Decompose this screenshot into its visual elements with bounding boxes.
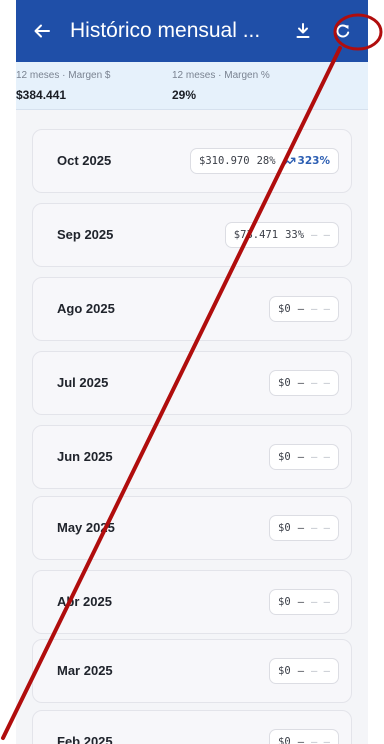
margin-pct: — — [297, 303, 305, 315]
month-row[interactable]: Mar 2025 $0 — — — — [32, 639, 352, 703]
summary-value: 29% — [172, 88, 197, 102]
month-row[interactable]: Abr 2025 $0 — — — — [32, 570, 352, 634]
month-stats-chip[interactable]: $0 — — — — [269, 444, 339, 470]
month-stats-chip[interactable]: $0 — — — — [269, 515, 339, 541]
margin-amount: $310.970 — [199, 155, 250, 167]
refresh-icon — [336, 24, 350, 38]
download-button[interactable] — [286, 14, 320, 48]
month-stats-chip[interactable]: $310.970 28% 323% — [190, 148, 339, 174]
summary-bar: 12 meses · Margen $ $384.441 12 meses · … — [16, 62, 368, 110]
month-label: Jun 2025 — [57, 449, 113, 464]
margin-amount: $0 — [278, 522, 291, 534]
margin-amount: $73.471 — [233, 229, 279, 241]
app-bar: Histórico mensual ... — [16, 0, 368, 62]
margin-pct: — — [297, 596, 305, 608]
download-icon — [296, 23, 310, 38]
trend-value: — — — [311, 665, 330, 677]
month-label: Jul 2025 — [57, 375, 109, 390]
month-row[interactable]: Feb 2025 $0 — — — — [32, 710, 352, 744]
trend-value: — — — [311, 229, 330, 241]
summary-value: $384.441 — [16, 88, 67, 102]
margin-pct: — — [297, 736, 305, 744]
summary-label: 12 meses · Margen $ — [16, 70, 111, 81]
month-row[interactable]: Ago 2025 $0 — — — — [32, 277, 352, 341]
month-label: Feb 2025 — [57, 734, 113, 744]
month-row[interactable]: Oct 2025 $310.970 28% 323% — [32, 129, 352, 193]
trend-value: — — — [311, 736, 330, 744]
margin-pct: 28% — [256, 155, 276, 167]
trend-value: — — — [311, 377, 330, 389]
summary-label: 12 meses · Margen % — [172, 70, 270, 81]
margin-amount: $0 — [278, 377, 291, 389]
summary-margin-pct: 12 meses · Margen % 29% — [172, 70, 270, 102]
margin-amount: $0 — [278, 665, 291, 677]
month-row[interactable]: May 2025 $0 — — — — [32, 496, 352, 560]
month-stats-chip[interactable]: $0 — — — — [269, 658, 339, 684]
month-stats-chip[interactable]: $0 — — — — [269, 729, 339, 744]
month-row[interactable]: Jul 2025 $0 — — — — [32, 351, 352, 415]
trend-value: — — — [311, 522, 330, 534]
app-screen: Histórico mensual ... 12 meses · Margen … — [16, 0, 368, 744]
trend-value: — — — [311, 303, 330, 315]
trend-value: 323% — [297, 155, 330, 167]
month-stats-chip[interactable]: $0 — — — — [269, 589, 339, 615]
month-label: Sep 2025 — [57, 227, 114, 242]
month-label: Abr 2025 — [57, 594, 112, 609]
page-title: Histórico mensual ... — [70, 19, 261, 42]
margin-amount: $0 — [278, 736, 291, 744]
month-label: Mar 2025 — [57, 663, 113, 678]
month-row[interactable]: Jun 2025 $0 — — — — [32, 425, 352, 489]
month-stats-chip[interactable]: $73.471 33% — — — [224, 222, 339, 248]
month-stats-chip[interactable]: $0 — — — — [269, 370, 339, 396]
margin-pct: — — [297, 665, 305, 677]
back-button[interactable] — [26, 15, 58, 47]
trend-value: — — — [311, 596, 330, 608]
margin-pct: — — [297, 377, 305, 389]
margin-amount: $0 — [278, 451, 291, 463]
margin-pct: 33% — [285, 229, 305, 241]
month-label: Oct 2025 — [57, 153, 112, 168]
margin-pct: — — [297, 451, 305, 463]
trend-value: — — — [311, 451, 330, 463]
trend-indicator: 323% — [282, 155, 330, 167]
month-stats-chip[interactable]: $0 — — — — [269, 296, 339, 322]
trending-up-icon — [282, 157, 295, 166]
summary-margin-amount: 12 meses · Margen $ $384.441 — [16, 70, 111, 102]
arrow-left-icon — [34, 24, 50, 38]
month-row[interactable]: Sep 2025 $73.471 33% — — — [32, 203, 352, 267]
refresh-button[interactable] — [326, 14, 360, 48]
margin-pct: — — [297, 522, 305, 534]
margin-amount: $0 — [278, 596, 291, 608]
margin-amount: $0 — [278, 303, 291, 315]
month-label: May 2025 — [57, 520, 115, 535]
month-label: Ago 2025 — [57, 301, 115, 316]
